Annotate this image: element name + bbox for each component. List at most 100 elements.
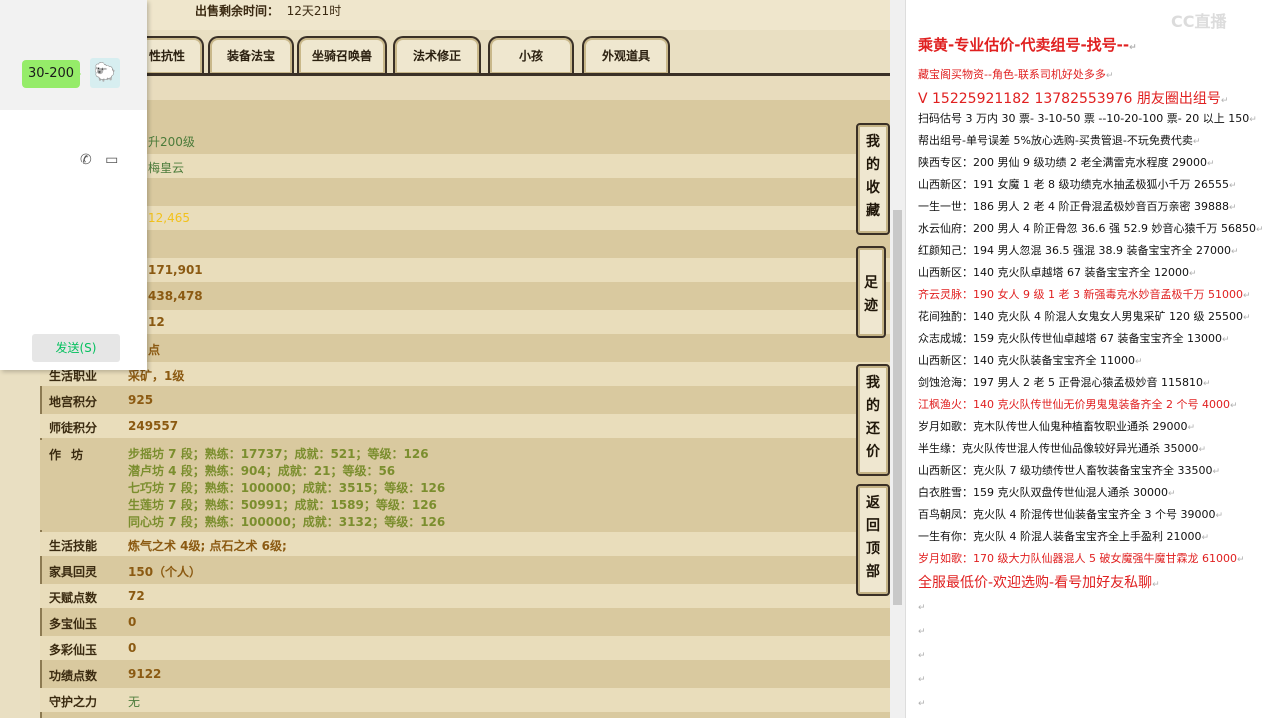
tab-appearance[interactable]: 外观道具 [582,36,670,74]
paragraph-mark-icon: ↵ [918,675,926,685]
my-favorites-button[interactable]: 我的收藏 [856,123,890,235]
document-line[interactable]: 白衣胜雪：159 克火队双盘传世仙混人通杀 30000↵ [918,484,1176,500]
chat-message-bubble[interactable]: 30-200 [22,60,81,88]
tab-child[interactable]: 小孩 [488,36,574,74]
paragraph-mark-icon: ↵ [1188,269,1197,279]
info-row-furniture: 家具回灵 150（个人） [49,565,202,579]
info-row-duobao-jade: 多宝仙玉 0 [49,615,137,631]
info-row: 12 [40,310,890,334]
document-line[interactable]: 山西新区：克火队 7 级功绩传世人畜牧装备宝宝齐全 33500↵ [918,462,1220,478]
paragraph-mark-icon: ↵ [1212,467,1221,477]
chat-toolbar: ✆ ▭ [80,152,118,168]
paragraph-mark-icon: ↵ [1198,445,1207,455]
empty-document-line[interactable]: ↵ [918,624,926,637]
info-row-merit: 功绩点数 9122 [49,667,162,683]
document-line[interactable]: 岁月如歌：克木队传世人仙鬼种植畜牧职业通杀 29000↵ [918,418,1195,434]
info-row [40,232,890,256]
paragraph-mark-icon: ↵ [1236,555,1245,565]
info-row [40,180,890,204]
workshop-line: 步摇坊 7 段；熟练：17737；成就：521；等级：126 [128,447,429,461]
info-row: 升200级 [148,135,195,149]
my-bargain-button[interactable]: 我的还价 [856,364,890,476]
document-line[interactable]: 众志成城：159 克火队传世仙卓越塔 67 装备宝宝齐全 13000↵ [918,330,1230,346]
document-line[interactable]: 山西新区：191 女魔 1 老 8 级功绩克水抽孟极狐小千万 26555↵ [918,176,1237,192]
watermark: CC直播 [1171,12,1227,31]
paragraph-mark-icon: ↵ [918,699,926,709]
info-row: 点 [148,343,161,357]
info-row: 12,465 [40,206,890,230]
empty-document-line[interactable]: ↵ [918,648,926,661]
paragraph-mark-icon: ↵ [1255,225,1264,235]
paragraph-mark-icon: ↵ [1230,247,1239,257]
workshop-line: 同心坊 7 段；熟练：100000；成就：3132；等级：126 [128,515,446,529]
paragraph-mark-icon: ↵ [1152,580,1160,590]
paragraph-mark-icon: ↵ [1249,115,1257,125]
document-line[interactable]: 红颜知己：194 男人忽混 36.5 强混 38.9 装备宝宝齐全 27000↵ [918,242,1239,258]
page-scrollbar[interactable] [890,0,905,718]
tab-equipment[interactable]: 装备法宝 [208,36,294,74]
paragraph-mark-icon: ↵ [1202,379,1211,389]
workshop-section: 作坊 步摇坊 7 段；熟练：17737；成就：521；等级：126 潜卢坊 4 … [40,440,890,530]
paragraph-mark-icon: ↵ [1228,181,1237,191]
paragraph-mark-icon: ↵ [918,627,926,637]
document-line[interactable]: 百鸟朝凤：克火队 4 阶混传世仙装备宝宝齐全 3 个号 39000↵ [918,506,1223,522]
paragraph-mark-icon: ↵ [1187,423,1196,433]
paragraph-mark-icon: ↵ [1134,357,1143,367]
video-icon[interactable]: ▭ [105,152,118,168]
document-line[interactable]: 帮出组号-单号误差 5%放心选购-买贵管退-不玩免费代卖↵ [918,132,1200,148]
document-line[interactable]: 一生有你：克火队 4 阶混人装备宝宝齐全上手盈利 21000↵ [918,528,1209,544]
info-row: 171,901 [40,258,890,282]
sale-remaining-time: 出售剩余时间： 12天21时 [195,4,342,18]
info-row-life-job: 生活职业 采矿，1级 [40,362,890,386]
document-line[interactable]: 山西新区：140 克火队装备宝宝齐全 11000↵ [918,352,1143,368]
info-row-dungeon-points: 地宫积分 925 [49,393,154,409]
empty-document-line[interactable]: ↵ [918,600,926,613]
document-line[interactable]: 水云仙府：200 男人 4 阶正骨忽 36.6 强 52.9 妙音心猿千万 56… [918,220,1264,236]
document-line[interactable]: 乘黄-专业估价-代卖组号-找号--↵ [918,34,1137,55]
info-row: 梅皇云 [40,154,890,178]
info-row: 438,478 [148,289,203,303]
info-row-mentor-points: 师徒积分 249557 [40,414,890,438]
document-line[interactable]: 岁月如歌：170 级大力队仙器混人 5 破女魔强牛魔甘霖龙 61000↵ [918,550,1245,566]
info-row-talent: 天赋点数 72 [40,584,890,608]
document-line[interactable]: 花间独酌：140 克火队 4 阶混人女鬼女人男鬼采矿 120 级 25500↵ [918,308,1251,324]
panel-header [40,76,890,100]
tab-mount-summon[interactable]: 坐骑召唤兽 [297,36,387,74]
document-line[interactable]: 江枫渔火：140 克火队传世仙无价男鬼鬼装备齐全 2 个号 4000↵ [918,396,1238,412]
empty-document-line[interactable]: ↵ [918,672,926,685]
document-line[interactable]: 齐云灵脉：190 女人 9 级 1 老 3 新强毒克水妙音孟极千万 51000↵ [918,286,1251,302]
document-line[interactable]: 剑蚀沧海：197 男人 2 老 5 正骨混心猿孟极妙音 115810↵ [918,374,1211,390]
document-line[interactable]: 半生缘：克火队传世混人传世仙品像较好异光通杀 35000↵ [918,440,1206,456]
document-line[interactable]: 扫码估号 3 万内 30 票- 3-10-50 票 --10-20-100 票-… [918,110,1257,126]
paragraph-mark-icon: ↵ [918,651,926,661]
avatar[interactable]: 🐑 [90,58,120,88]
paragraph-mark-icon: ↵ [1129,43,1137,53]
paragraph-mark-icon: ↵ [1201,533,1210,543]
phone-icon[interactable]: ✆ [80,152,92,168]
empty-document-line[interactable]: ↵ [918,696,926,709]
paragraph-mark-icon: ↵ [1167,489,1176,499]
info-row-life-skills: 生活技能 炼气之术 4级; 点石之术 6级; [40,532,890,556]
back-to-top-button[interactable]: 返回顶部 [856,484,890,596]
document-line[interactable]: 全服最低价-欢迎选购-看号加好友私聊↵ [918,572,1160,592]
document-pane: CC直播 乘黄-专业估价-代卖组号-找号--↵ 藏宝阁买物资--角色-联系司机好处… [905,0,1280,718]
paragraph-mark-icon: ↵ [1221,335,1230,345]
paragraph-mark-icon: ↵ [1242,291,1251,301]
document-line[interactable]: V 15225921182 13782553976 朋友圈出组号↵ [918,88,1228,108]
footprints-button[interactable]: 足迹 [856,246,886,338]
paragraph-mark-icon: ↵ [1228,203,1237,213]
paragraph-mark-icon: ↵ [1220,96,1229,106]
send-button[interactable]: 发送(S) [32,334,120,362]
document-line[interactable]: 山西新区：140 克火队卓越塔 67 装备宝宝齐全 12000↵ [918,264,1197,280]
workshop-line: 七巧坊 7 段；熟练：100000；成就：3515；等级：126 [128,481,446,495]
paragraph-mark-icon: ↵ [1206,159,1215,169]
tab-spell-correction[interactable]: 法术修正 [393,36,481,74]
scrollbar-thumb[interactable] [893,210,902,605]
paragraph-mark-icon: ↵ [1105,71,1114,81]
paragraph-mark-icon: ↵ [918,603,926,613]
document-line[interactable]: 陕西专区：200 男仙 9 级功绩 2 老全满雷克水程度 29000↵ [918,154,1215,170]
workshop-line: 生莲坊 7 段；熟练：50991；成就：1589；等级：126 [128,498,437,512]
workshop-line: 潜卢坊 4 段；熟练：904；成就：21；等级：56 [128,464,396,478]
document-line[interactable]: 一生一世：186 男人 2 老 4 阶正骨混孟极妙音百万亲密 39888↵ [918,198,1237,214]
document-line[interactable]: 藏宝阁买物资--角色-联系司机好处多多↵ [918,66,1113,82]
